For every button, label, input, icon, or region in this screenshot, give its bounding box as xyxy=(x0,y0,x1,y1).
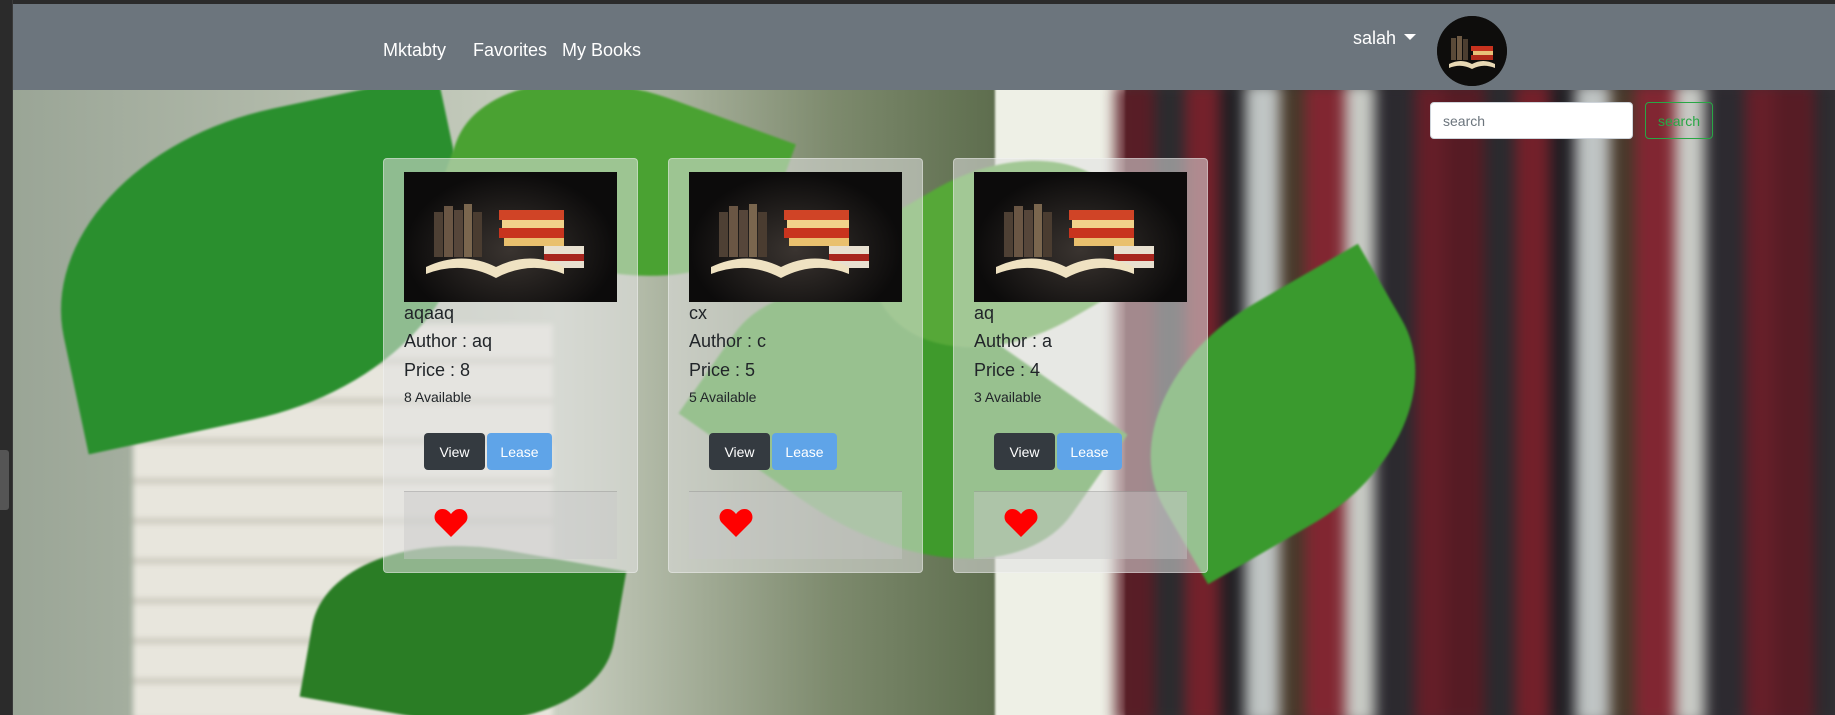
side-tab[interactable] xyxy=(0,450,9,510)
book-availability: 3 Available xyxy=(974,389,1042,405)
heart-icon[interactable] xyxy=(434,508,468,538)
book-title: aq xyxy=(974,303,995,323)
caret-down-icon xyxy=(1404,34,1417,40)
books-image-icon xyxy=(426,204,584,278)
brand-link[interactable]: Mktabty xyxy=(383,38,446,62)
book-price: Price : 5 xyxy=(689,360,756,380)
book-author: Author : a xyxy=(974,331,1053,351)
lease-button[interactable]: Lease xyxy=(1057,433,1122,470)
card-footer xyxy=(689,491,902,559)
book-card: aqaaq Author : aq Price : 8 8 Available … xyxy=(383,158,638,573)
user-dropdown[interactable]: salah xyxy=(1353,26,1417,50)
view-button[interactable]: View xyxy=(994,433,1055,470)
lease-button[interactable]: Lease xyxy=(487,433,552,470)
card-footer xyxy=(404,491,617,559)
book-title: aqaaq xyxy=(404,303,455,323)
editor-side-strip xyxy=(0,0,13,715)
book-author: Author : c xyxy=(689,331,767,351)
heart-icon[interactable] xyxy=(1004,508,1038,538)
nav-favorites-link[interactable]: Favorites xyxy=(473,38,547,62)
book-price: Price : 8 xyxy=(404,360,471,380)
top-navbar: Mktabty Favorites My Books salah xyxy=(13,4,1835,90)
book-cover-image xyxy=(404,172,617,302)
lease-button[interactable]: Lease xyxy=(772,433,837,470)
nav-my-books-link[interactable]: My Books xyxy=(562,38,641,62)
book-price: Price : 4 xyxy=(974,360,1041,380)
book-cover-image xyxy=(689,172,902,302)
view-button[interactable]: View xyxy=(709,433,770,470)
book-author: Author : aq xyxy=(404,331,493,351)
user-name: salah xyxy=(1353,28,1397,48)
books-image-icon xyxy=(996,204,1154,278)
avatar[interactable] xyxy=(1437,16,1507,86)
book-card: cx Author : c Price : 5 5 Available View… xyxy=(668,158,923,573)
book-title: cx xyxy=(689,303,707,323)
book-cover-image xyxy=(974,172,1187,302)
book-availability: 5 Available xyxy=(689,389,757,405)
view-button[interactable]: View xyxy=(424,433,485,470)
book-card: aq Author : a Price : 4 3 Available View… xyxy=(953,158,1208,573)
heart-icon[interactable] xyxy=(719,508,753,538)
book-availability: 8 Available xyxy=(404,389,472,405)
search-button[interactable]: search xyxy=(1645,102,1713,139)
card-footer xyxy=(974,491,1187,559)
search-input[interactable] xyxy=(1430,102,1633,139)
books-avatar-icon xyxy=(1437,16,1507,86)
books-image-icon xyxy=(711,204,869,278)
